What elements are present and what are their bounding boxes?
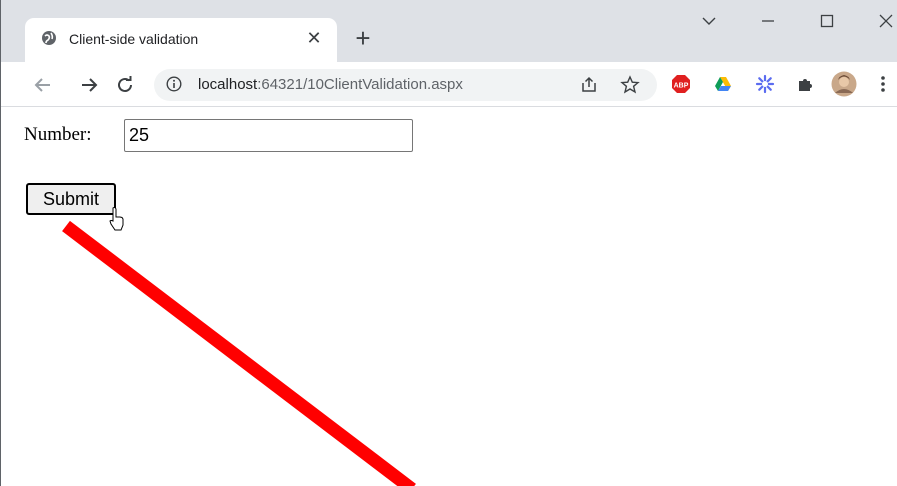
red-annotation-line [62, 220, 416, 486]
annotation-arrow-line [62, 220, 416, 486]
close-tab-icon[interactable]: ✕ [303, 27, 325, 49]
tab-title: Client-side validation [69, 31, 199, 47]
adblock-plus-icon[interactable]: ABP [671, 74, 691, 94]
profile-avatar[interactable] [831, 71, 857, 97]
browser-toolbar: localhost:64321/10ClientValidation.aspx … [1, 62, 897, 107]
browser-window: Client-side validation ✕ + localhost:643… [0, 0, 897, 486]
tab-client-side-validation[interactable]: Client-side validation ✕ [25, 18, 337, 62]
svg-text:ABP: ABP [674, 83, 689, 90]
maximize-button[interactable] [807, 6, 847, 36]
globe-icon [42, 31, 56, 45]
tab-strip: Client-side validation ✕ + [1, 0, 897, 62]
page-content: Number: Submit [2, 107, 897, 486]
url-host: localhost [198, 76, 258, 93]
google-drive-icon[interactable] [713, 74, 733, 94]
close-window-button[interactable] [866, 6, 897, 36]
extensions-puzzle-icon[interactable] [795, 74, 815, 94]
url-text: localhost:64321/10ClientValidation.aspx [198, 76, 463, 93]
url-path: :64321/10ClientValidation.aspx [257, 76, 463, 93]
info-icon[interactable] [166, 76, 182, 92]
tab-search-chevron-icon[interactable] [689, 6, 729, 36]
sparkle-extension-icon[interactable] [755, 74, 775, 94]
forward-arrow-icon[interactable] [75, 70, 103, 98]
more-menu-icon[interactable] [879, 74, 887, 94]
new-tab-button[interactable]: + [349, 24, 377, 52]
address-bar[interactable]: localhost:64321/10ClientValidation.aspx [154, 69, 657, 101]
reload-icon[interactable] [111, 70, 139, 98]
back-arrow-icon[interactable] [29, 70, 57, 98]
minimize-button[interactable] [748, 6, 788, 36]
share-icon[interactable] [579, 75, 599, 95]
bookmark-star-icon[interactable] [620, 75, 640, 95]
